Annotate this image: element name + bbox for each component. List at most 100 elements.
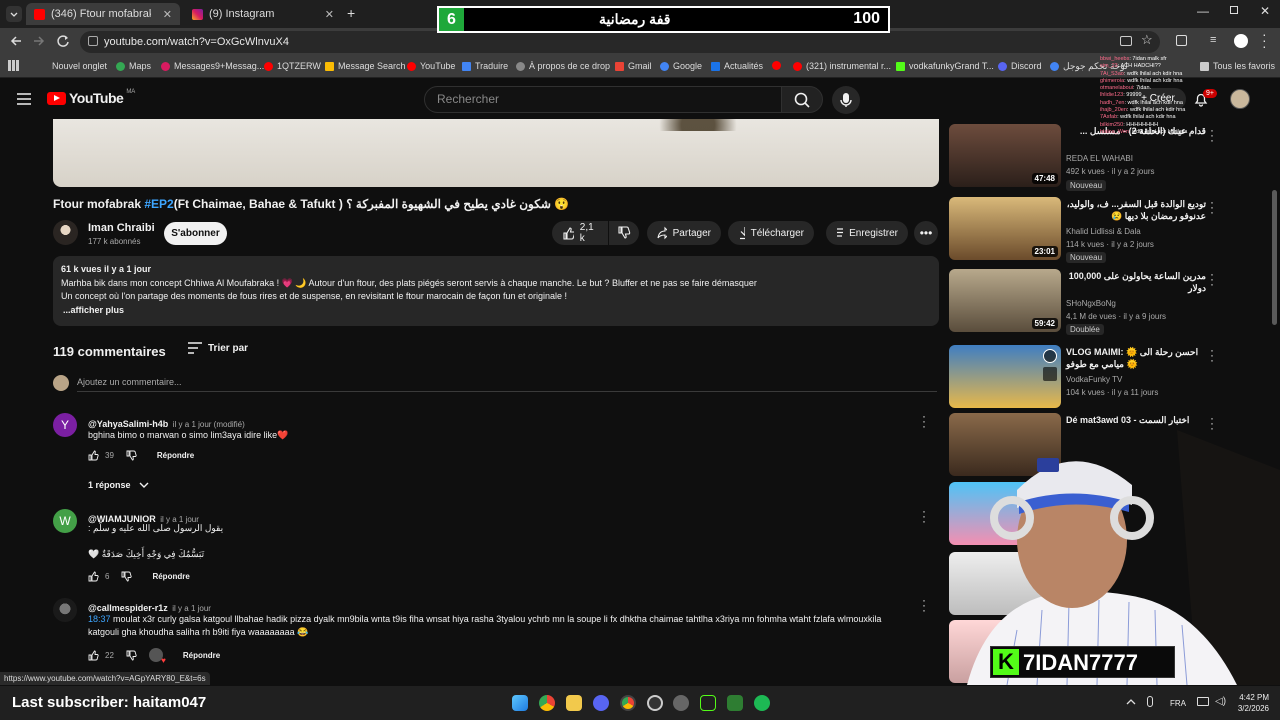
forward-arrow-icon[interactable] [32, 34, 46, 48]
comment-author[interactable]: @YahyaSalimi-h4b [88, 419, 168, 429]
url-field[interactable]: youtube.com/watch?v=OxGcWlnvuX4 [80, 31, 1160, 53]
chrome-active-icon[interactable] [620, 695, 636, 711]
install-app-icon[interactable] [1120, 36, 1132, 46]
more-actions-button[interactable]: ••• [914, 221, 938, 245]
like-button[interactable]: 2,1 k [552, 221, 608, 245]
voice-search-button[interactable] [832, 86, 860, 114]
recommendation-thumbnail[interactable]: 47:48 [949, 124, 1061, 187]
comment-more-icon[interactable]: · · · [922, 505, 926, 527]
recommendation-channel[interactable]: REDA EL WAHABI [1066, 154, 1133, 163]
volume-icon[interactable]: ◁) [1215, 696, 1226, 707]
bookmark-item[interactable]: Nouvel onglet [52, 61, 107, 71]
media-control-icon[interactable]: ≡ [1210, 34, 1216, 46]
save-button[interactable]: Enregistrer [826, 221, 908, 245]
bookmark-item[interactable]: 1QTZERW [264, 61, 321, 71]
recommendation-channel[interactable]: Khalid Lidlissi & Dala [1066, 227, 1141, 236]
windows-start-icon[interactable] [512, 695, 528, 711]
close-tab-icon[interactable]: ✕ [163, 8, 172, 21]
tray-chevron-icon[interactable] [1126, 698, 1136, 706]
tab-search-icon[interactable] [6, 6, 22, 22]
show-more-link[interactable]: ...afficher plus [61, 304, 931, 318]
reply-button[interactable]: Répondre [183, 651, 220, 660]
maximize-window-icon[interactable] [1230, 6, 1238, 14]
recommendation-thumbnail[interactable] [949, 345, 1061, 408]
bookmark-item[interactable]: vodkafunkyGrand T... [896, 61, 994, 71]
hamburger-menu-icon[interactable] [17, 93, 31, 105]
share-button[interactable]: Partager [647, 221, 721, 245]
recommendation-channel[interactable]: VodkaFunky TV [1066, 375, 1122, 384]
reply-button[interactable]: Répondre [157, 451, 194, 460]
subscribe-button[interactable]: S'abonner [164, 222, 227, 245]
recommendation-thumbnail[interactable]: 59:42 [949, 269, 1061, 332]
network-icon[interactable] [1197, 697, 1209, 706]
back-arrow-icon[interactable] [9, 34, 23, 48]
youtube-logo[interactable]: YouTube MA [47, 89, 135, 106]
kick-app-icon[interactable] [700, 695, 716, 711]
add-comment-input[interactable]: Ajoutez un commentaire... [77, 377, 937, 392]
tab-youtube[interactable]: (346) Ftour mofabrak #EP2 ✕ [26, 3, 180, 25]
bookmark-item[interactable]: Message Search [325, 61, 406, 71]
search-button[interactable] [781, 86, 823, 113]
clock[interactable]: 4:42 PM 3/2/2026 [1233, 692, 1269, 714]
bookmark-item[interactable] [772, 61, 781, 70]
app-icon[interactable] [673, 695, 689, 711]
profile-avatar-icon[interactable] [1234, 34, 1248, 48]
bookmark-item[interactable]: Discord [998, 61, 1042, 71]
bookmark-item[interactable]: Google [660, 61, 702, 71]
recommendation-more-icon[interactable]: · · · [1210, 196, 1214, 218]
recommendation-more-icon[interactable]: · · · [1210, 412, 1214, 434]
search-input[interactable]: Rechercher [424, 86, 782, 113]
dislike-button[interactable] [609, 221, 639, 245]
reload-icon[interactable] [56, 34, 70, 48]
recommendation-thumbnail[interactable]: 23:01 [949, 197, 1061, 260]
bookmark-item[interactable]: Actualités [711, 61, 763, 71]
comment-more-icon[interactable]: · · · [922, 410, 926, 432]
comment-timestamp-link[interactable]: 18:37 [88, 614, 111, 624]
bookmark-item[interactable]: YouTube [407, 61, 455, 71]
comment-avatar[interactable]: Y [53, 413, 77, 437]
spotify-icon[interactable] [754, 695, 770, 711]
bookmark-item[interactable]: Gmail [615, 61, 652, 71]
comment-avatar[interactable]: W [53, 509, 77, 533]
title-hashtag[interactable]: #EP2 [144, 197, 173, 211]
close-window-icon[interactable]: ✕ [1260, 4, 1270, 18]
thumbs-down-icon[interactable] [126, 650, 137, 661]
obs-icon[interactable] [647, 695, 663, 711]
sort-button[interactable]: Trier par [188, 342, 248, 354]
video-player[interactable] [53, 119, 939, 187]
page-scrollbar[interactable] [1272, 190, 1277, 325]
thumbs-down-icon[interactable] [121, 571, 133, 582]
bookmark-item[interactable]: Messages9+Messag... [161, 61, 264, 71]
channel-avatar[interactable] [53, 220, 78, 245]
show-replies-button[interactable]: 1 réponse [88, 480, 149, 490]
video-description[interactable]: 61 k vues il y a 1 jour Marhba bik dans … [53, 256, 939, 326]
file-explorer-icon[interactable] [566, 695, 582, 711]
recommendation-title[interactable]: مدرين الساعة يحاولون على 100,000 دولار [1066, 270, 1206, 294]
bookmark-item[interactable]: (321) instrumental r... [793, 61, 891, 71]
bookmark-item[interactable]: Traduire [462, 61, 508, 71]
recommendation-channel[interactable]: SHoNgxBoNg [1066, 299, 1116, 308]
new-tab-button[interactable]: + [347, 5, 355, 21]
game-app-icon[interactable] [727, 695, 743, 711]
apps-grid-icon[interactable] [8, 60, 19, 71]
recommendation-title[interactable]: توديع الوالدة قبل السفر... ف، والوليد، ع… [1066, 198, 1206, 222]
thumbs-up-icon[interactable] [88, 450, 99, 461]
input-language[interactable]: FRA [1170, 699, 1186, 708]
discord-icon[interactable] [593, 695, 609, 711]
watch-later-icon[interactable] [1043, 349, 1057, 363]
recommendation-more-icon[interactable]: · · · [1210, 344, 1214, 366]
browser-menu-icon[interactable]: · · · [1262, 27, 1267, 53]
reply-button[interactable]: Répondre [152, 572, 189, 581]
tab-instagram[interactable]: (9) Instagram ✕ [184, 3, 342, 25]
minimize-window-icon[interactable]: — [1197, 4, 1209, 18]
add-to-queue-icon[interactable] [1043, 367, 1057, 381]
recommendation-title[interactable]: VLOG MAIMI: 🌞 احسن رحلة الى ميامي مع طوف… [1066, 346, 1206, 370]
thumbs-up-icon[interactable] [88, 571, 99, 582]
recommendation-title[interactable]: Dé mat3awd 03 - اختبار السمت [1066, 414, 1206, 426]
comment-avatar[interactable] [53, 598, 77, 622]
site-info-icon[interactable] [88, 36, 98, 46]
microphone-tray-icon[interactable] [1147, 696, 1153, 707]
extensions-icon[interactable] [1176, 35, 1187, 46]
comment-author[interactable]: @callmespider-r1z [88, 603, 168, 613]
download-button[interactable]: Télécharger [728, 221, 814, 245]
